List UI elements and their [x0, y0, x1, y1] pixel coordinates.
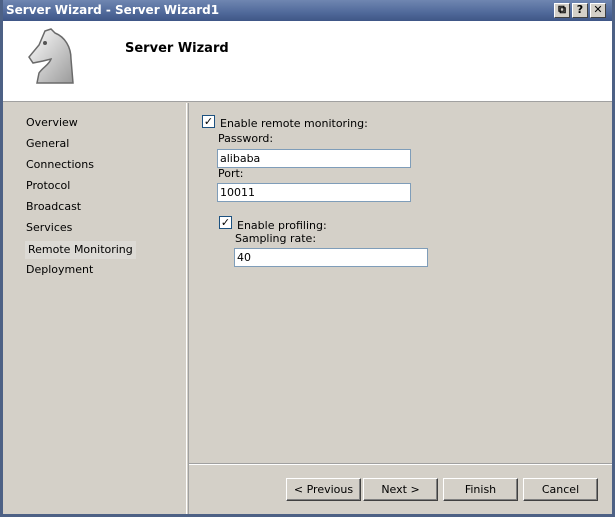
previous-button[interactable]: < Previous	[286, 478, 361, 501]
enable-profiling-label: Enable profiling:	[237, 219, 327, 232]
finish-button[interactable]: Finish	[443, 478, 518, 501]
window-title: Server Wizard - Server Wizard1	[6, 3, 220, 17]
footer-separator	[189, 463, 612, 465]
next-button[interactable]: Next >	[363, 478, 438, 501]
nav-item-connections[interactable]: Connections	[23, 156, 97, 174]
nav-item-services[interactable]: Services	[23, 219, 75, 237]
nav-item-general[interactable]: General	[23, 135, 72, 153]
title-bar[interactable]: Server Wizard - Server Wizard1 ⧉ ? ✕	[3, 0, 612, 21]
nav-item-overview[interactable]: Overview	[23, 114, 81, 132]
close-icon: ✕	[593, 3, 603, 16]
sampling-rate-input[interactable]	[234, 248, 428, 267]
password-label: Password:	[218, 132, 274, 145]
restore-button[interactable]: ⧉	[554, 3, 570, 18]
cancel-button[interactable]: Cancel	[523, 478, 598, 501]
port-label: Port:	[218, 167, 244, 180]
enable-remote-monitoring-checkbox[interactable]: ✓	[202, 115, 215, 128]
nav-item-protocol[interactable]: Protocol	[23, 177, 73, 195]
remote-monitoring-panel: ✓ Enable remote monitoring: Password: Po…	[189, 103, 612, 464]
enable-remote-monitoring-label: Enable remote monitoring:	[220, 117, 368, 130]
password-input[interactable]	[217, 149, 411, 168]
wizard-title: Server Wizard	[125, 41, 229, 56]
enable-profiling-checkbox[interactable]: ✓	[219, 216, 232, 229]
wizard-nav: Overview General Connections Protocol Br…	[3, 103, 186, 514]
help-button[interactable]: ?	[572, 3, 588, 18]
help-icon: ?	[576, 3, 584, 16]
close-button[interactable]: ✕	[590, 3, 606, 18]
wizard-header: Server Wizard	[3, 21, 612, 102]
chess-knight-icon	[28, 28, 74, 84]
nav-item-broadcast[interactable]: Broadcast	[23, 198, 84, 216]
nav-item-deployment[interactable]: Deployment	[23, 261, 96, 279]
nav-item-remote-monitoring[interactable]: Remote Monitoring	[25, 241, 136, 259]
sampling-rate-label: Sampling rate:	[235, 232, 317, 245]
server-wizard-window: Server Wizard - Server Wizard1 ⧉ ? ✕ Ser…	[0, 0, 615, 517]
port-input[interactable]	[217, 183, 411, 202]
restore-icon: ⧉	[558, 3, 566, 16]
